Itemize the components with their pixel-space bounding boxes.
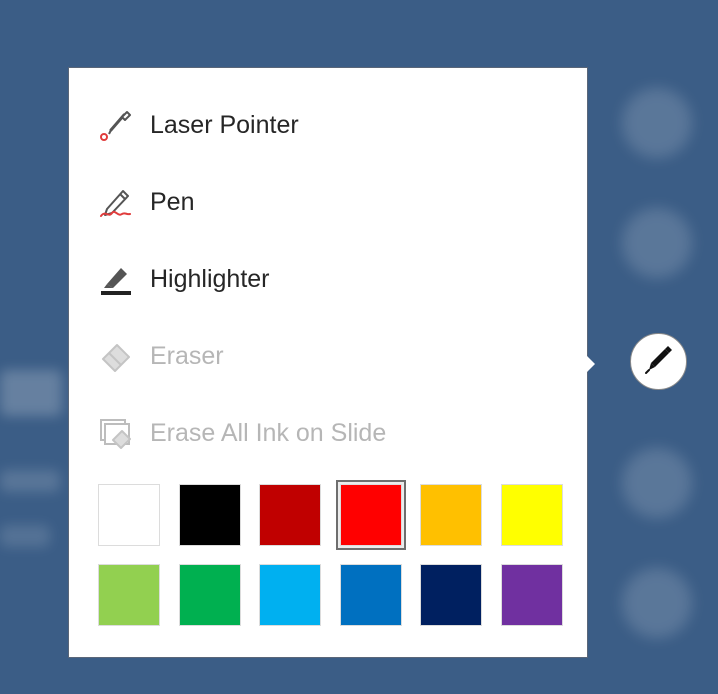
pen-icon [99,185,133,219]
menu-item-pen[interactable]: Pen [99,172,569,232]
swatch-fill [340,564,402,626]
background-blur [0,525,50,547]
background-blur [0,370,62,416]
swatch-fill [259,564,321,626]
color-swatch-light-green[interactable] [94,560,164,630]
color-swatch-blue[interactable] [336,560,406,630]
swatch-fill [259,484,321,546]
menu-pointer [585,354,595,374]
eraser-icon [99,339,133,373]
color-swatch-light-blue[interactable] [255,560,325,630]
menu-item-label: Laser Pointer [150,110,299,139]
color-swatch-purple[interactable] [497,560,567,630]
erase-all-ink-icon [99,416,133,450]
menu-item-label: Highlighter [150,264,270,293]
color-swatch-red[interactable] [336,480,406,550]
color-swatch-white[interactable] [94,480,164,550]
background-blur [0,470,60,492]
background-blur [622,448,692,518]
pointer-options-menu: Laser Pointer Pen Highlighter Eraser Era… [68,67,588,658]
swatch-fill [501,564,563,626]
color-swatch-yellow[interactable] [497,480,567,550]
color-swatch-black[interactable] [175,480,245,550]
swatch-fill [420,564,482,626]
color-swatch-green[interactable] [175,560,245,630]
swatch-fill [420,484,482,546]
swatch-fill [179,484,241,546]
pen-icon [642,342,676,381]
menu-item-label: Pen [150,187,195,216]
color-swatch-dark-blue[interactable] [416,560,486,630]
background-blur [622,568,692,638]
color-swatch-dark-red[interactable] [255,480,325,550]
swatch-fill [501,484,563,546]
background-blur [622,88,692,158]
color-swatch-orange[interactable] [416,480,486,550]
laser-pointer-icon [99,108,133,142]
menu-item-label: Eraser [150,341,224,370]
menu-item-erase-all-ink[interactable]: Erase All Ink on Slide [99,403,569,463]
swatch-fill [179,564,241,626]
swatch-fill [98,564,160,626]
pen-tool-button[interactable] [630,333,687,390]
menu-item-eraser[interactable]: Eraser [99,326,569,386]
menu-item-highlighter[interactable]: Highlighter [99,249,569,309]
highlighter-icon [99,262,133,296]
menu-item-laser-pointer[interactable]: Laser Pointer [99,95,569,155]
background-blur [622,208,692,278]
swatch-fill [340,484,402,546]
swatch-fill [98,484,160,546]
menu-item-label: Erase All Ink on Slide [150,418,387,447]
